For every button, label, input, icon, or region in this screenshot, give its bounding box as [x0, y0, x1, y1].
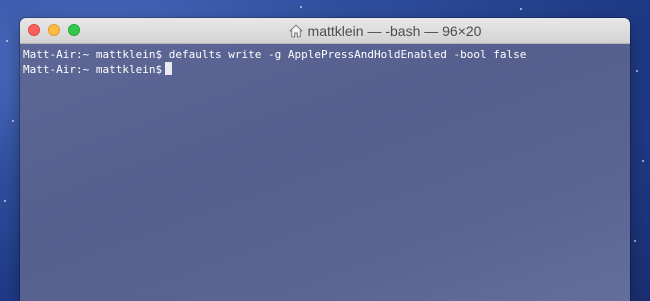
- shell-prompt: Matt-Air:~ mattklein$: [23, 63, 163, 76]
- terminal-line: Matt-Air:~ mattklein$ defaults write -g …: [23, 47, 627, 62]
- window-title-text: mattklein — -bash — 96×20: [307, 22, 482, 39]
- shell-command: defaults write -g ApplePressAndHoldEnabl…: [168, 48, 527, 61]
- shell-prompt: Matt-Air:~ mattklein$: [23, 48, 163, 61]
- home-icon: [289, 24, 302, 37]
- star: [12, 120, 14, 122]
- terminal-content[interactable]: Matt-Air:~ mattklein$ defaults write -g …: [20, 44, 630, 301]
- star: [520, 8, 522, 10]
- star: [636, 70, 638, 72]
- star: [4, 200, 6, 202]
- terminal-line: Matt-Air:~ mattklein$: [23, 62, 627, 77]
- text-cursor: [165, 62, 173, 75]
- star: [6, 40, 8, 42]
- terminal-window[interactable]: mattklein — -bash — 96×20 Matt-Air:~ mat…: [20, 18, 630, 301]
- star: [634, 240, 636, 242]
- star: [642, 160, 644, 162]
- window-title: mattklein — -bash — 96×20: [20, 18, 630, 43]
- title-bar[interactable]: mattklein — -bash — 96×20: [20, 18, 630, 44]
- star: [300, 6, 302, 8]
